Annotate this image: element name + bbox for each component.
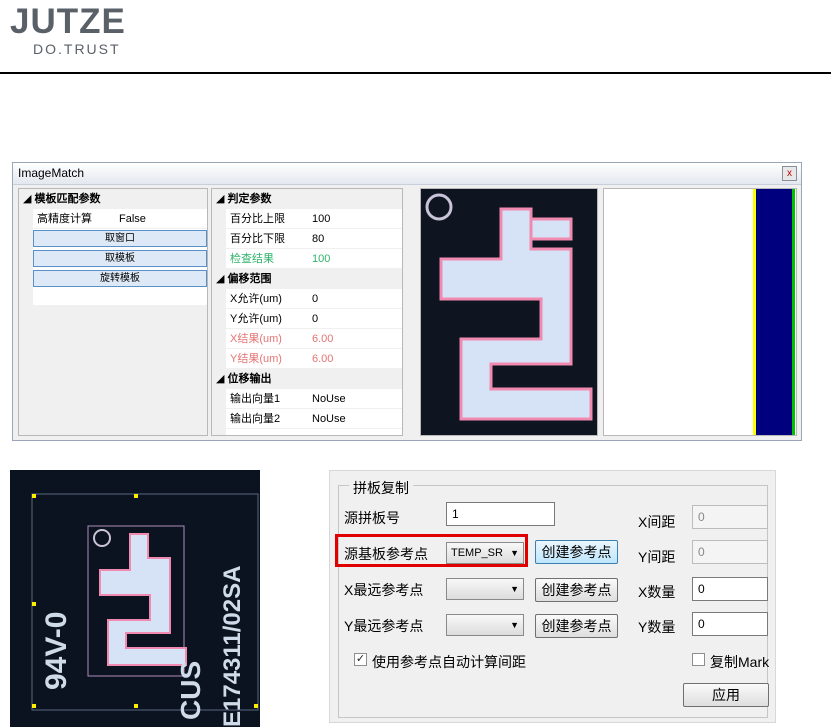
template-match-graphic [425,193,593,421]
x-spacing-input: 0 [692,505,768,529]
category-output[interactable]: ◢ 位移输出 [212,369,402,389]
y-spacing-label: Y间距 [638,549,676,565]
board-text-cus: CUS [175,661,206,720]
y-far-ref-select[interactable]: ▼ [446,614,524,636]
logo-tagline: DO.TRUST [33,41,121,57]
category-judge[interactable]: ◢ 判定参数 [212,189,402,209]
panel-copy-dialog: 拼板复制 源拼板号 1 源基板参考点 TEMP_SR ▼ 创建参考点 X最远参考点… [329,470,776,723]
board-image[interactable]: 94V-0 E174311/02SA CUS [10,470,260,727]
rotate-template-button[interactable]: 旋转模板 [33,270,207,287]
chevron-down-icon: ▼ [510,584,519,594]
chevron-down-icon: ▼ [510,620,519,630]
y-spacing-input: 0 [692,540,768,564]
judge-params-grid: ◢ 判定参数 百分比上限 100 百分比下限 80 检查结果 100 ◢ 偏移范围 X… [211,188,403,436]
y-count-input[interactable]: 0 [692,612,768,636]
board-text-94v: 94V-0 [40,612,73,690]
y-far-ref-label: Y最远参考点 [344,618,424,634]
window-titlebar: ImageMatch x [13,163,801,185]
source-board-input[interactable]: 1 [446,502,555,526]
copy-mark-checkbox[interactable] [692,653,705,666]
close-icon[interactable]: x [782,166,797,181]
board-text-ul: E174311/02SA [219,566,246,727]
x-far-ref-label: X最远参考点 [344,582,424,598]
apply-button[interactable]: 应用 [683,683,769,707]
x-count-label: X数量 [638,584,676,600]
match-image-pane [420,188,598,436]
auto-spacing-checkbox[interactable]: ✓ [354,653,367,666]
property-row[interactable]: X允许(um) 0 [212,289,402,309]
match-image [421,189,597,435]
create-ref-button-y[interactable]: 创建参考点 [535,614,618,638]
green-bar [792,189,795,435]
category-template-match[interactable]: ◢ 模板匹配参数 [19,189,207,209]
x-far-ref-select[interactable]: ▼ [446,578,524,600]
property-row[interactable]: 输出向量2 NoUse [212,409,402,429]
create-ref-button-source[interactable]: 创建参考点 [535,540,618,564]
property-row[interactable]: 高精度计算 False [19,209,207,229]
property-value[interactable]: False [119,209,146,229]
board-graphic: 94V-0 E174311/02SA CUS [31,493,259,727]
property-row[interactable]: Y允许(um) 0 [212,309,402,329]
category-offset[interactable]: ◢ 偏移范围 [212,269,402,289]
property-row-result: X结果(um) 6.00 [212,329,402,349]
property-row-result: Y结果(um) 6.00 [212,349,402,369]
property-row[interactable]: 输出向量1 NoUse [212,389,402,409]
get-window-button[interactable]: 取窗口 [33,230,207,247]
header-divider [0,72,831,74]
y-count-label: Y数量 [638,619,676,635]
copy-mark-label: 复制Mark [710,654,770,670]
result-pane [603,188,797,436]
property-row[interactable]: 百分比下限 80 [212,229,402,249]
property-key: 高精度计算 [37,213,92,225]
get-template-button[interactable]: 取模板 [33,250,207,267]
company-logo: JUTZE DO.TRUST [10,2,150,62]
image-match-window: ImageMatch x ◢ 模板匹配参数 高精度计算 False 取窗口 取模… [12,162,802,441]
create-ref-button-x[interactable]: 创建参考点 [535,578,618,602]
x-spacing-label: X间距 [638,514,676,530]
property-row-result: 检查结果 100 [212,249,402,269]
property-row[interactable]: 百分比上限 100 [212,209,402,229]
auto-spacing-label: 使用参考点自动计算间距 [372,654,526,670]
highlight-box [335,534,528,567]
logo-main-text: JUTZE [10,2,126,41]
window-title: ImageMatch [18,166,85,180]
template-params-grid: ◢ 模板匹配参数 高精度计算 False 取窗口 取模板 旋转模板 [18,188,208,436]
x-count-input[interactable]: 0 [692,577,768,601]
blue-bar [756,189,792,435]
source-board-label: 源拼板号 [344,510,400,526]
group-title: 拼板复制 [349,478,413,498]
